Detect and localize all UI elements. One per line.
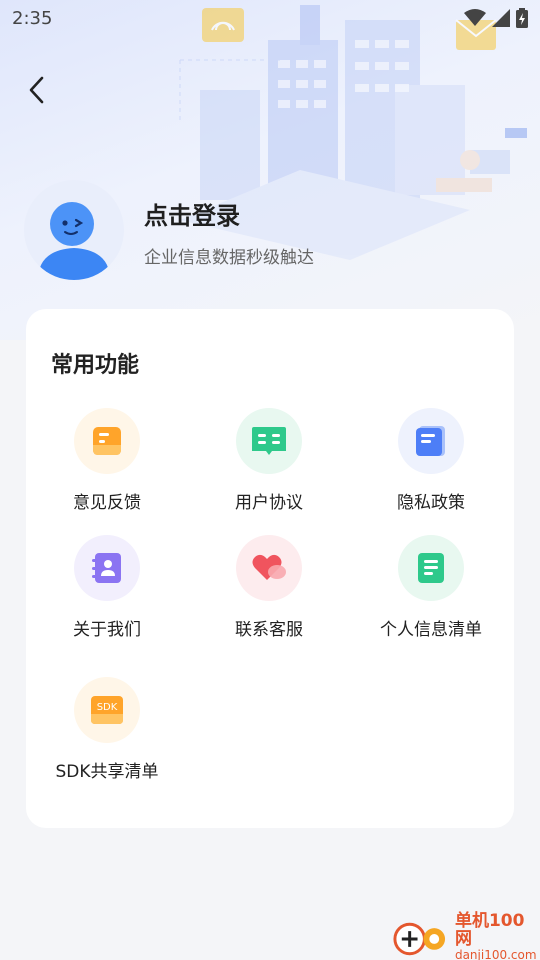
battery-icon — [516, 8, 528, 28]
watermark-url: danji100.com — [454, 948, 537, 960]
privacy-policy-label: 隐私政策 — [397, 493, 465, 513]
status-time: 2:35 — [12, 7, 53, 29]
section-title: 常用功能 — [51, 353, 140, 378]
about-us-label: 关于我们 — [73, 620, 141, 640]
feedback-icon — [93, 427, 121, 455]
user-avatar-icon — [38, 202, 110, 280]
common-functions-card: 常用功能 意见反馈 用户协议 隐私政策 关于我们 联系客服 个人信息清单 SDK… — [26, 309, 514, 828]
wifi-icon — [464, 9, 486, 26]
contact-book-icon — [92, 553, 121, 583]
back-button[interactable] — [18, 70, 54, 110]
sdk-icon: SDK — [91, 696, 123, 724]
feedback-label: 意见反馈 — [73, 493, 141, 513]
login-subtitle: 企业信息数据秒级触达 — [144, 248, 314, 268]
privacy-policy-item[interactable]: 隐私政策 — [350, 408, 512, 513]
login-title[interactable]: 点击登录 — [144, 196, 240, 231]
feedback-item[interactable]: 意见反馈 — [26, 408, 188, 513]
feedback-icon-wrap — [74, 408, 140, 474]
sdk-share-list-label: SDK共享清单 — [55, 762, 159, 782]
status-bar: 2:35 — [0, 0, 540, 36]
avatar[interactable] — [24, 180, 124, 280]
customer-service-icon-wrap — [236, 535, 302, 601]
watermark-logo-icon — [393, 922, 446, 956]
document-icon — [416, 426, 445, 456]
customer-service-label: 联系客服 — [235, 620, 303, 640]
sdk-badge-text: SDK — [97, 702, 118, 713]
watermark-text: 单机100网 danji100.com — [454, 910, 540, 960]
privacy-policy-icon-wrap — [398, 408, 464, 474]
sdk-share-list-item[interactable]: SDK SDK共享清单 — [26, 677, 188, 782]
personal-info-list-icon-wrap — [398, 535, 464, 601]
sdk-share-list-icon-wrap: SDK — [74, 677, 140, 743]
book-icon — [252, 427, 286, 455]
about-us-icon-wrap — [74, 535, 140, 601]
signal-icon — [492, 9, 510, 27]
personal-info-list-item[interactable]: 个人信息清单 — [350, 535, 512, 640]
heart-chat-icon — [252, 554, 286, 580]
list-icon — [418, 553, 444, 583]
user-agreement-icon-wrap — [236, 408, 302, 474]
user-agreement-item[interactable]: 用户协议 — [188, 408, 350, 513]
watermark-name: 单机100网 — [454, 910, 525, 950]
about-us-item[interactable]: 关于我们 — [26, 535, 188, 640]
city-illustration — [179, 5, 527, 260]
chevron-left-icon — [29, 76, 44, 104]
header-background — [0, 0, 540, 340]
user-agreement-label: 用户协议 — [235, 493, 303, 513]
watermark: 单机100网 danji100.com — [390, 911, 540, 960]
personal-info-list-label: 个人信息清单 — [380, 620, 482, 640]
customer-service-item[interactable]: 联系客服 — [188, 535, 350, 640]
status-icons — [464, 8, 528, 28]
